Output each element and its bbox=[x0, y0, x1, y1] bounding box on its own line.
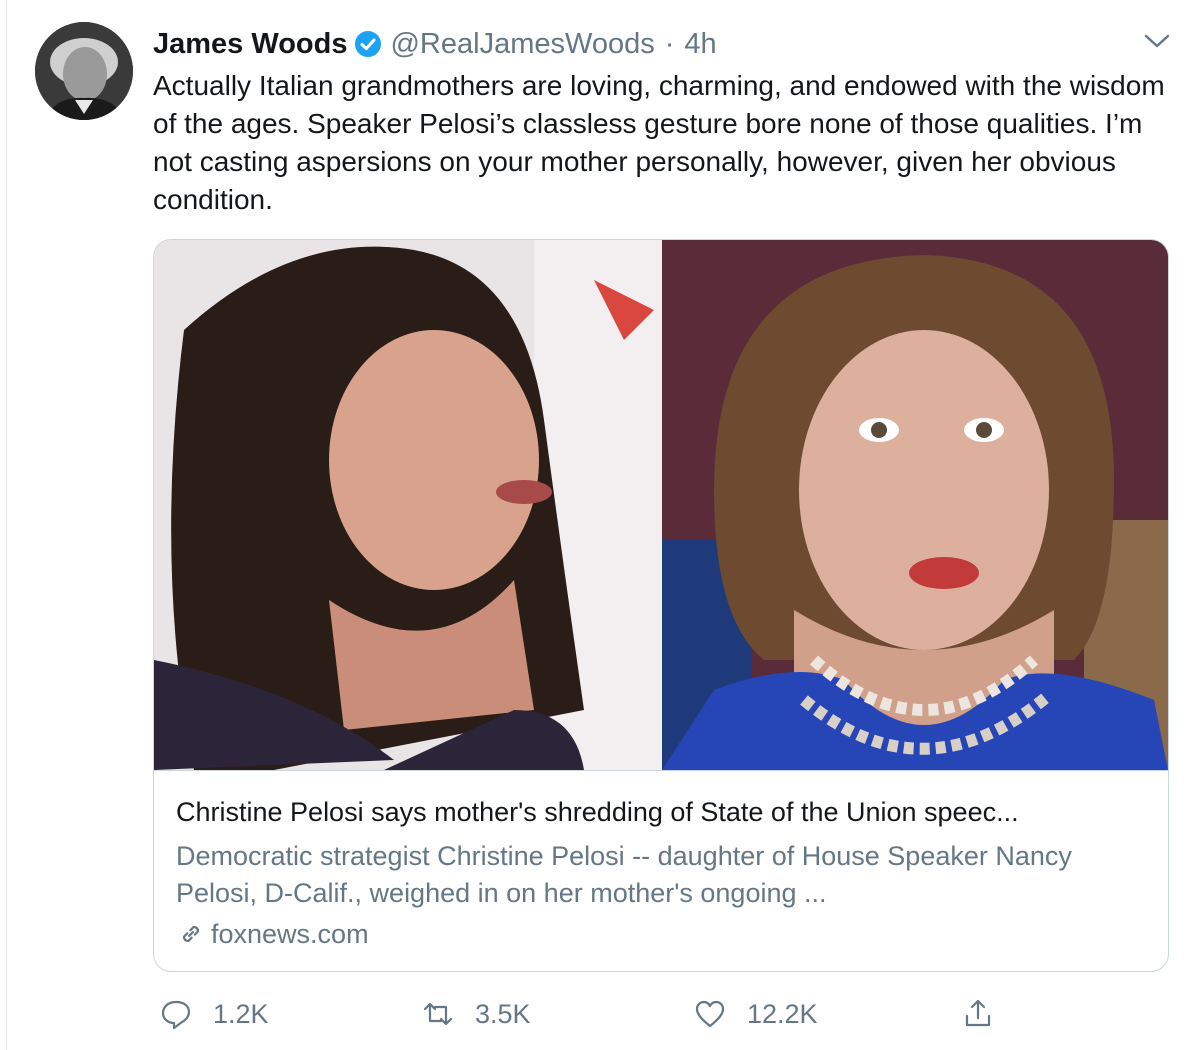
reply-count: 1.2K bbox=[213, 998, 269, 1029]
like-count: 12.2K bbox=[747, 998, 818, 1029]
retweet-count: 3.5K bbox=[475, 998, 531, 1029]
card-image bbox=[154, 240, 1168, 771]
like-button[interactable]: 12.2K bbox=[693, 993, 818, 1035]
tweet-header: James Woods @RealJamesWoods · 4h bbox=[153, 24, 717, 64]
link-card[interactable]: Christine Pelosi says mother's shredding… bbox=[153, 239, 1169, 972]
chevron-down-icon[interactable] bbox=[1142, 30, 1172, 52]
reply-button[interactable]: 1.2K bbox=[159, 993, 269, 1035]
tweet-actions: 1.2K 3.5K 12.2K bbox=[153, 993, 1183, 1035]
author-handle[interactable]: @RealJamesWoods bbox=[390, 28, 654, 61]
share-icon bbox=[965, 999, 991, 1027]
card-description: Democratic strategist Christine Pelosi -… bbox=[176, 841, 1072, 908]
timeline-border bbox=[6, 0, 7, 1050]
retweet-button[interactable]: 3.5K bbox=[421, 993, 531, 1035]
card-title: Christine Pelosi says mother's shredding… bbox=[176, 797, 1019, 827]
avatar-photo bbox=[35, 22, 133, 120]
heart-icon bbox=[695, 1000, 725, 1028]
share-button[interactable] bbox=[961, 993, 1015, 1035]
timestamp[interactable]: 4h bbox=[684, 28, 716, 61]
card-source: foxnews.com bbox=[176, 916, 369, 952]
reply-icon bbox=[161, 1000, 191, 1030]
card-domain: foxnews.com bbox=[211, 918, 369, 949]
retweet-icon bbox=[423, 1002, 453, 1026]
avatar[interactable] bbox=[35, 22, 133, 120]
separator-dot: · bbox=[664, 27, 675, 60]
link-icon bbox=[182, 925, 200, 943]
verified-badge-icon bbox=[354, 30, 382, 58]
author-name[interactable]: James Woods bbox=[153, 28, 347, 61]
tweet-text: Actually Italian grandmothers are loving… bbox=[153, 70, 1165, 215]
